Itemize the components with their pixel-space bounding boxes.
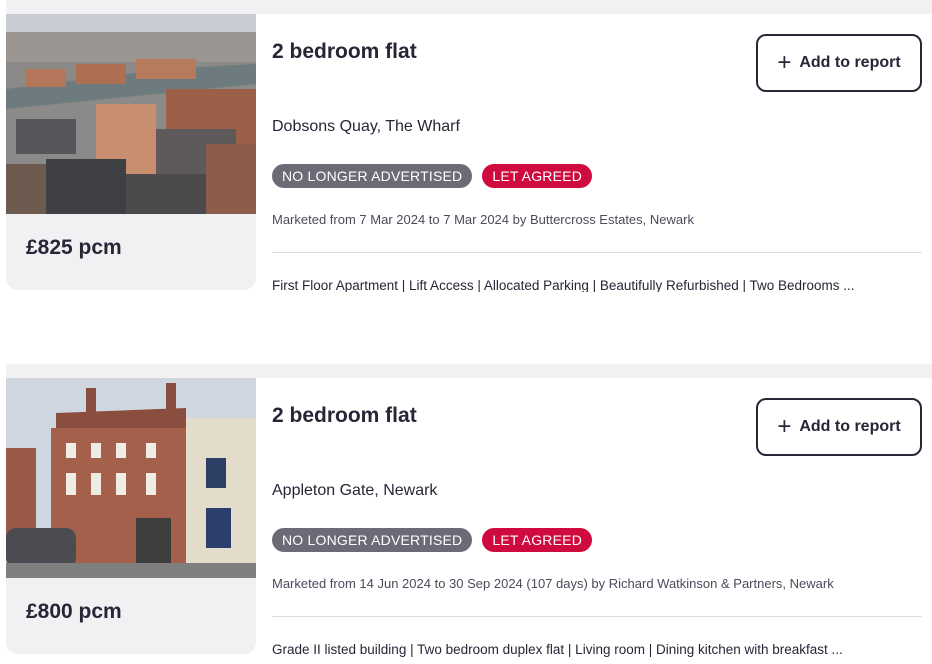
listing-address: Appleton Gate, Newark [272, 482, 438, 499]
plus-icon: + [777, 413, 792, 440]
photo-panel: £825 pcm [6, 14, 256, 290]
property-photo[interactable] [6, 378, 256, 578]
listing-title[interactable]: 2 bedroom flat [272, 404, 417, 428]
card-top-bar [6, 364, 932, 378]
status-badge-no-longer-advertised: NO LONGER ADVERTISED [272, 164, 473, 188]
card-top-bar [6, 0, 932, 14]
status-badge-no-longer-advertised: NO LONGER ADVERTISED [272, 528, 473, 552]
property-photo[interactable] [6, 14, 256, 214]
add-to-report-button[interactable]: + Add to report [756, 398, 922, 456]
add-to-report-label: Add to report [799, 418, 901, 435]
marketed-info: Marketed from 7 Mar 2024 to 7 Mar 2024 b… [272, 212, 694, 227]
listing-details: 2 bedroom flat + Add to report Dobsons Q… [272, 14, 932, 292]
divider [272, 252, 922, 253]
marketed-info: Marketed from 14 Jun 2024 to 30 Sep 2024… [272, 576, 834, 591]
divider [272, 616, 922, 617]
listing-address: Dobsons Quay, The Wharf [272, 118, 460, 135]
listing-details: 2 bedroom flat + Add to report Appleton … [272, 378, 932, 657]
status-badges: NO LONGER ADVERTISED LET AGREED [272, 528, 593, 552]
photo-panel: £800 pcm [6, 378, 256, 654]
listing-features: Grade II listed building | Two bedroom d… [272, 642, 843, 657]
status-badge-let-agreed: LET AGREED [482, 164, 593, 188]
add-to-report-button[interactable]: + Add to report [756, 34, 922, 92]
add-to-report-label: Add to report [799, 54, 901, 71]
property-card[interactable]: £800 pcm 2 bedroom flat + Add to report … [6, 364, 932, 657]
listing-features: First Floor Apartment | Lift Access | Al… [272, 278, 855, 292]
status-badge-let-agreed: LET AGREED [482, 528, 593, 552]
price: £825 pcm [26, 236, 122, 259]
price: £800 pcm [26, 600, 122, 623]
property-card[interactable]: £825 pcm 2 bedroom flat + Add to report … [6, 0, 932, 292]
listing-title[interactable]: 2 bedroom flat [272, 40, 417, 64]
status-badges: NO LONGER ADVERTISED LET AGREED [272, 164, 593, 188]
plus-icon: + [777, 49, 792, 76]
